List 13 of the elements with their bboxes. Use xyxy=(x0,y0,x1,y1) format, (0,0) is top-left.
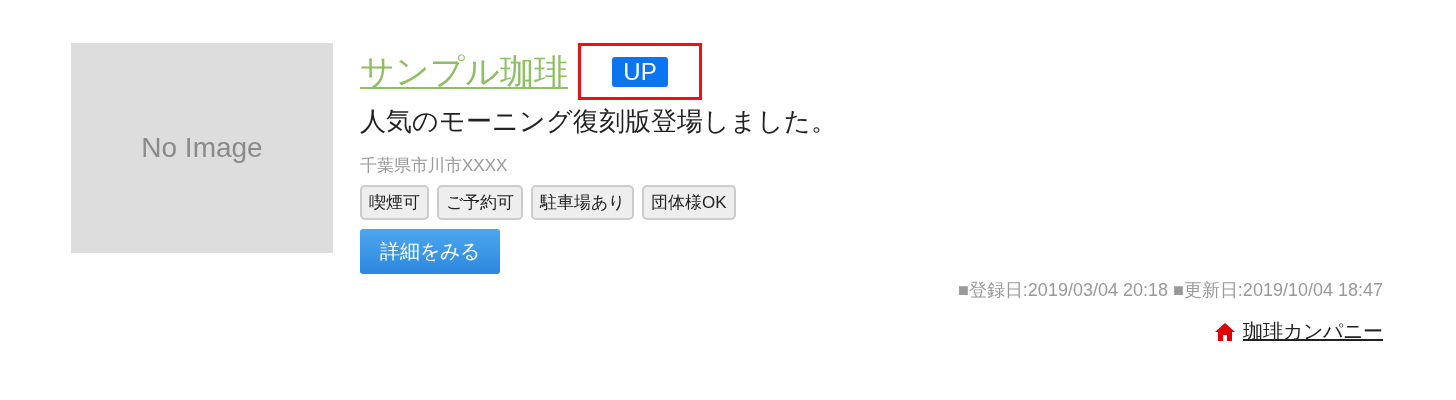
address: 千葉県市川市XXXX xyxy=(360,155,508,177)
feature-tag: 喫煙可 xyxy=(360,185,429,220)
detail-button[interactable]: 詳細をみる xyxy=(360,229,500,274)
house-icon xyxy=(1215,322,1235,341)
up-badge: UP xyxy=(612,56,668,87)
feature-tag: ご予約可 xyxy=(437,185,523,220)
title-link[interactable]: サンプル珈琲 xyxy=(360,48,568,95)
description: 人気のモーニング復刻版登場しました。 xyxy=(360,105,837,138)
dates-text: ■登録日:2019/03/04 20:18 ■更新日:2019/10/04 18:47 xyxy=(958,279,1383,302)
feature-tag: 団体様OK xyxy=(642,185,736,220)
placeholder-label: No Image xyxy=(141,132,263,164)
feature-tag: 駐車場あり xyxy=(531,185,634,220)
company-link[interactable]: 珈琲カンパニー xyxy=(1243,318,1383,345)
